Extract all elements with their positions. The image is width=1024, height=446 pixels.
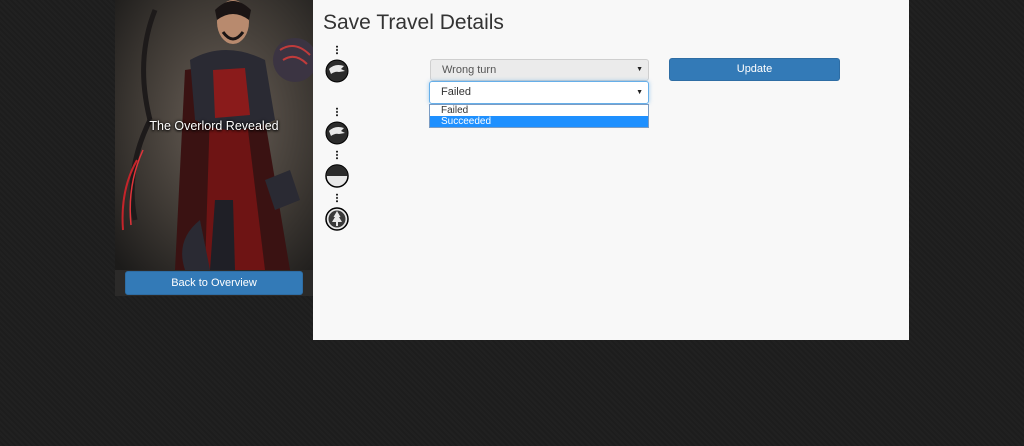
page-title: Save Travel Details — [323, 11, 504, 34]
event-select[interactable]: Wrong turn ▼ — [430, 59, 649, 81]
timeline-connector — [336, 193, 338, 203]
status-option-succeeded[interactable]: Succeeded — [430, 116, 648, 127]
back-to-overview-button[interactable]: Back to Overview — [125, 271, 303, 295]
dragon-head-icon — [325, 59, 349, 83]
character-artwork — [115, 0, 313, 270]
dropdown-arrow-icon: ▼ — [636, 89, 643, 96]
update-button[interactable]: Update — [669, 58, 840, 81]
half-circle-icon — [325, 164, 349, 188]
main-panel: Save Travel Details Wrong turn ▼ Failed … — [313, 0, 909, 340]
timeline-connector — [336, 107, 338, 117]
card-title: The Overlord Revealed — [149, 119, 279, 133]
status-select-value: Failed — [441, 86, 471, 98]
status-dropdown-list: Failed Succeeded — [429, 104, 649, 128]
tree-icon — [325, 207, 349, 231]
event-select-value: Wrong turn — [442, 64, 497, 76]
dropdown-arrow-icon: ▼ — [636, 66, 643, 73]
timeline-connector — [336, 150, 338, 160]
status-option-failed[interactable]: Failed — [430, 105, 648, 116]
status-select[interactable]: Failed ▼ — [429, 81, 649, 104]
timeline-connector — [336, 45, 338, 55]
quest-card: The Overlord Revealed Back to Overview — [115, 0, 313, 296]
dragon-head-icon — [325, 121, 349, 145]
